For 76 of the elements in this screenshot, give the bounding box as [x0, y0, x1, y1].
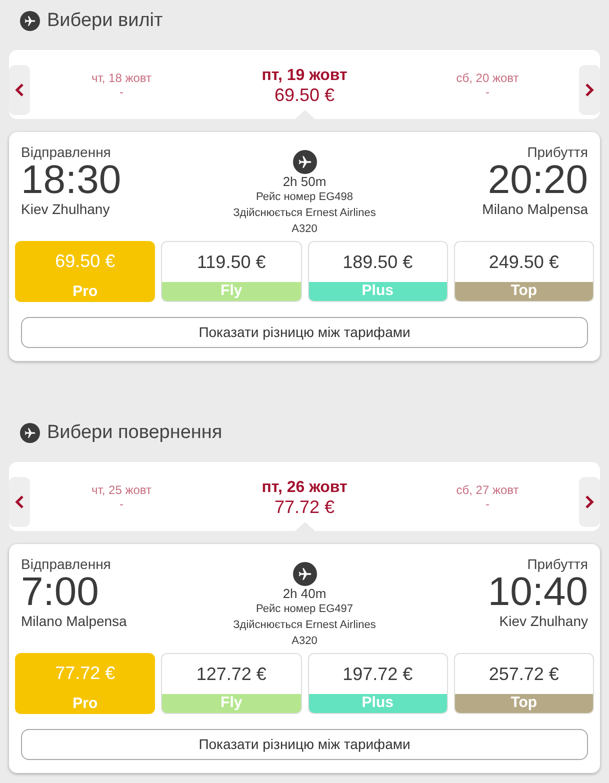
- fare-option[interactable]: 127.72 € Fly: [161, 653, 302, 714]
- fare-class-label: Plus: [308, 694, 447, 713]
- date-label: сб, 20 жовт: [456, 71, 519, 85]
- date-option[interactable]: пт, 19 жовт 69.50 €: [213, 50, 396, 119]
- aircraft-type: A320: [292, 634, 318, 649]
- date-label: сб, 27 жовт: [456, 483, 519, 497]
- fare-price: 249.50 €: [488, 250, 560, 274]
- date-option[interactable]: сб, 20 жовт -: [396, 50, 579, 119]
- flight-time: 7:00: [21, 572, 99, 612]
- section-title: Вибери виліт: [47, 9, 163, 33]
- date-option[interactable]: чт, 18 жовт -: [30, 50, 213, 119]
- date-price: -: [120, 85, 124, 99]
- fare-option[interactable]: 189.50 € Plus: [308, 241, 448, 302]
- flight-number: Рейс номер EG497: [256, 602, 353, 617]
- fare-class-label: Top: [454, 282, 593, 301]
- airplane-icon: [292, 150, 316, 174]
- flight-duration: 2h 50m: [282, 174, 326, 189]
- fare-price: 127.72 €: [195, 662, 268, 686]
- date-option[interactable]: чт, 25 жовт -: [30, 462, 213, 531]
- fare-price: 119.50 €: [196, 250, 267, 274]
- airport-name: Milano Malpensa: [21, 613, 127, 629]
- date-option[interactable]: сб, 27 жовт -: [396, 462, 579, 531]
- compare-fares-button[interactable]: Показати різницю між тарифами: [21, 317, 588, 348]
- operator-text: Здійснюється Ernest Airlines: [233, 618, 376, 633]
- flight-time: 20:20: [488, 160, 588, 200]
- flight-time: 18:30: [21, 160, 122, 200]
- fare-class-label: Plus: [308, 282, 447, 301]
- date-label: чт, 25 жовт: [91, 483, 152, 497]
- date-label: пт, 19 жовт: [262, 67, 348, 85]
- airplane-icon: [20, 11, 40, 31]
- fare-price: 77.72 €: [54, 662, 116, 685]
- fare-class-label: Fly: [162, 694, 300, 713]
- flight-duration: 2h 40m: [282, 586, 326, 601]
- fare-price: 197.72 €: [342, 662, 414, 686]
- fare-option[interactable]: 257.72 € Top: [454, 653, 594, 714]
- airplane-icon: [292, 562, 316, 586]
- airplane-icon: [20, 423, 40, 443]
- fare-class-label: Pro: [72, 694, 99, 714]
- airport-name: Milano Malpensa: [482, 201, 588, 217]
- fare-option[interactable]: 197.72 € Plus: [308, 653, 448, 714]
- chevron-right-icon: [585, 495, 594, 509]
- endpoint-label: Прибуття: [527, 556, 588, 572]
- operator-text: Здійснюється Ernest Airlines: [233, 206, 376, 221]
- flight-time: 10:40: [488, 572, 588, 612]
- endpoint-label: Відправлення: [21, 144, 111, 160]
- chevron-left-icon: [15, 495, 24, 509]
- date-price: 77.72 €: [274, 497, 335, 517]
- section-title: Вибери повернення: [47, 421, 222, 445]
- date-price: -: [486, 85, 490, 99]
- date-price: -: [486, 497, 490, 511]
- next-date-button[interactable]: [579, 65, 600, 115]
- fare-option[interactable]: 249.50 € Top: [454, 241, 594, 302]
- chevron-left-icon: [15, 83, 24, 97]
- next-date-button[interactable]: [579, 477, 600, 527]
- airport-name: Kiev Zhulhany: [21, 201, 110, 217]
- fare-option[interactable]: 119.50 € Fly: [161, 241, 302, 302]
- date-label: чт, 18 жовт: [91, 71, 152, 85]
- previous-date-button[interactable]: [9, 65, 30, 115]
- fare-class-label: Top: [454, 694, 593, 713]
- endpoint-label: Відправлення: [21, 556, 111, 572]
- fare-class-label: Pro: [72, 282, 99, 302]
- airport-name: Kiev Zhulhany: [499, 613, 588, 629]
- flight-number: Рейс номер EG498: [256, 190, 353, 205]
- fare-class-label: Fly: [162, 282, 300, 301]
- date-option[interactable]: пт, 26 жовт 77.72 €: [213, 462, 396, 531]
- aircraft-type: A320: [292, 222, 318, 237]
- previous-date-button[interactable]: [9, 477, 30, 527]
- date-price: 69.50 €: [274, 85, 335, 105]
- chevron-right-icon: [585, 83, 594, 97]
- fare-price: 257.72 €: [488, 662, 560, 686]
- date-price: -: [120, 497, 124, 511]
- fare-price: 69.50 €: [54, 250, 116, 273]
- fare-price: 189.50 €: [342, 250, 414, 274]
- endpoint-label: Прибуття: [527, 144, 588, 160]
- date-label: пт, 26 жовт: [262, 479, 348, 497]
- compare-fares-button[interactable]: Показати різницю між тарифами: [21, 729, 588, 760]
